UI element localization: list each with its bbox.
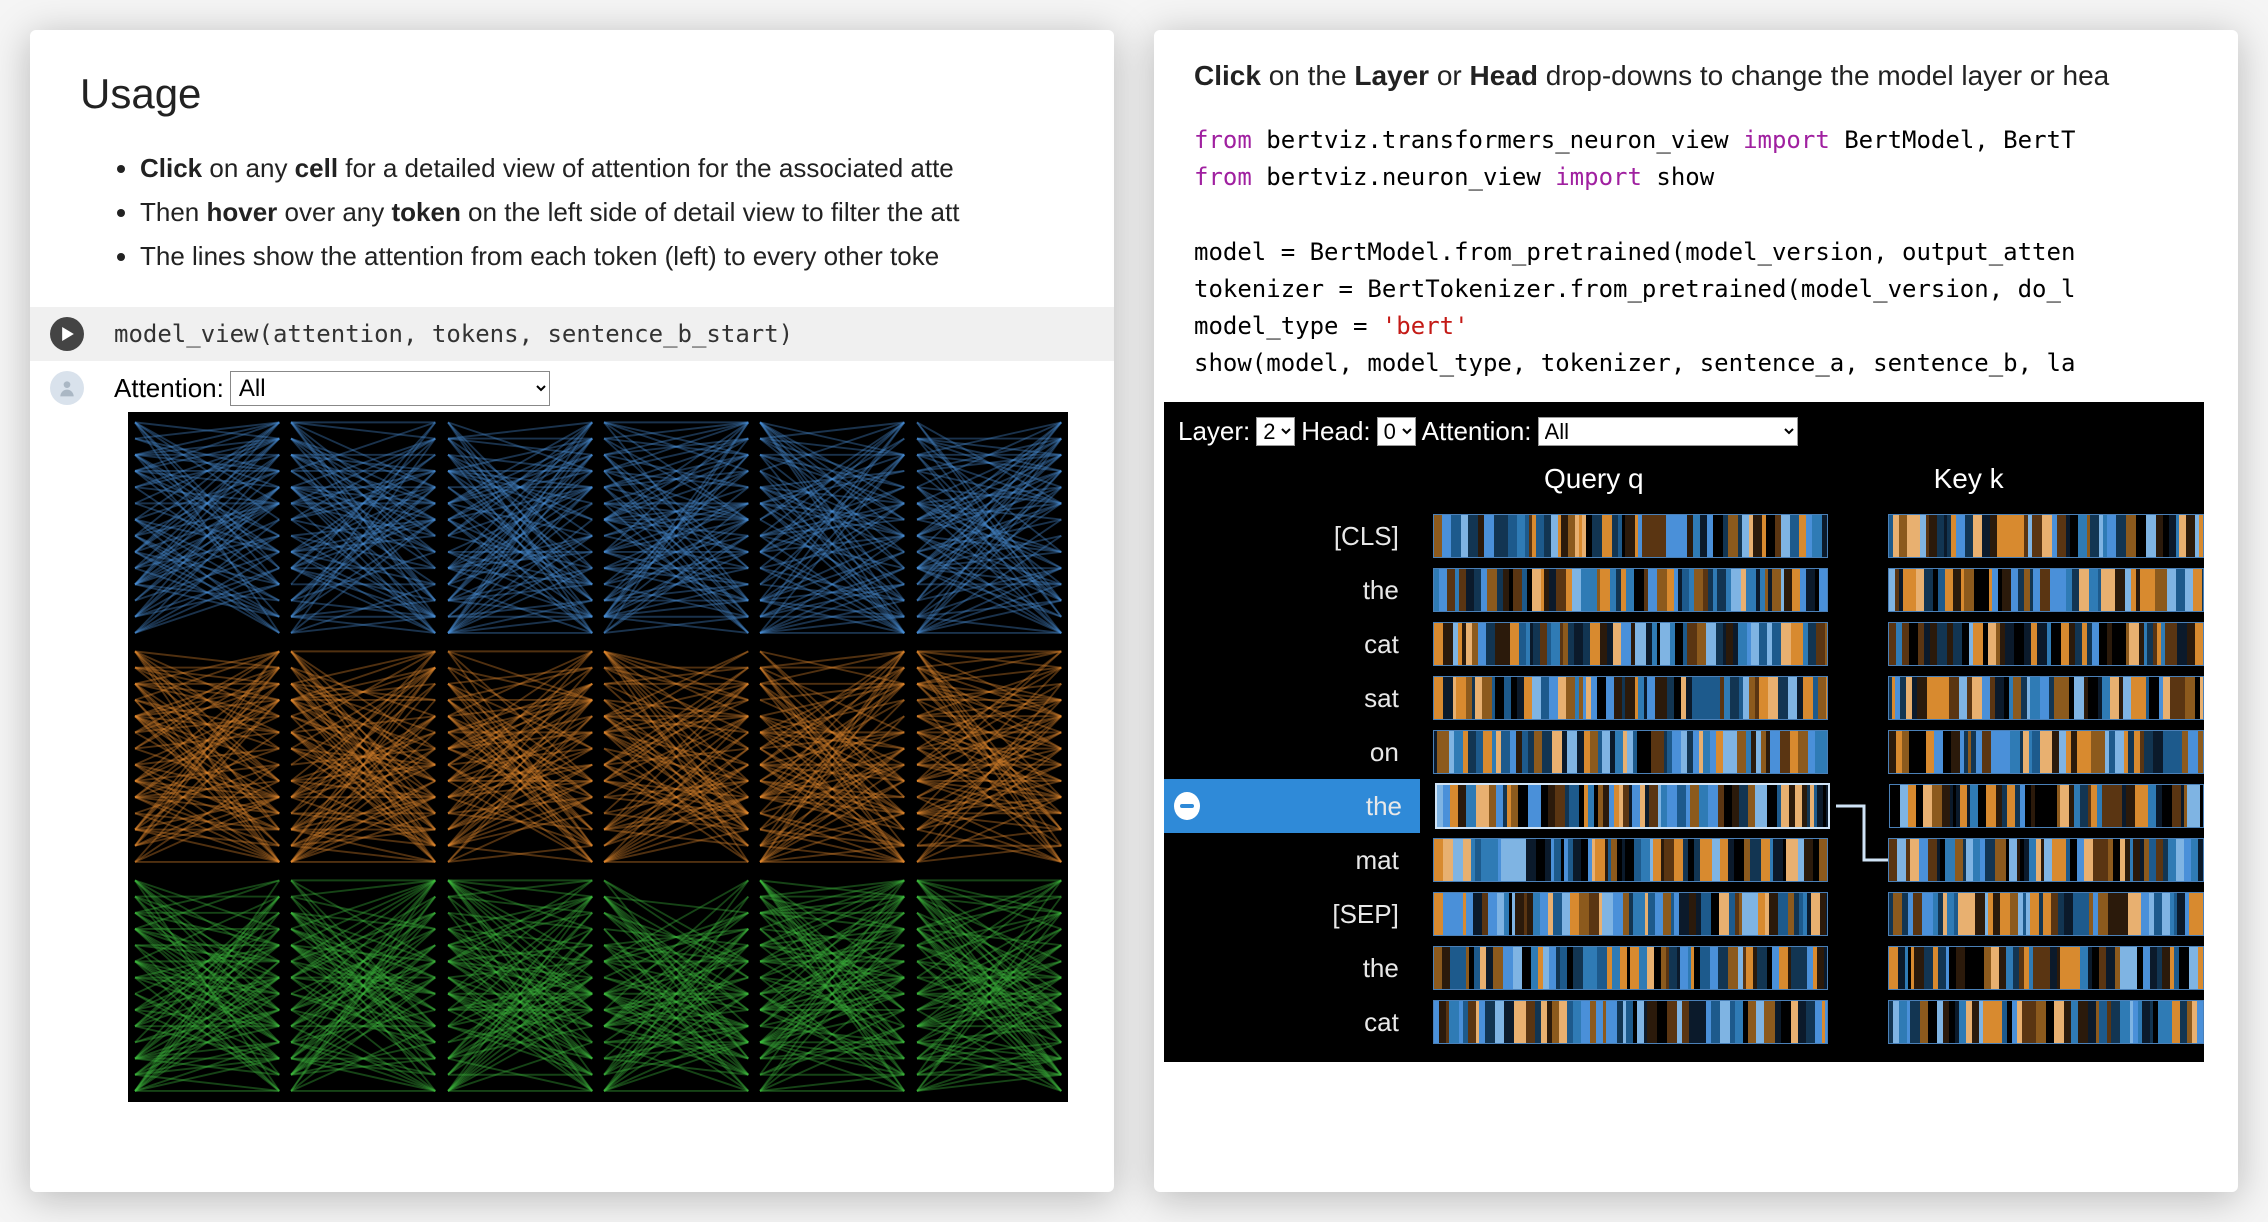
attention-cell[interactable]: [757, 416, 907, 639]
attention-cell[interactable]: [914, 416, 1064, 639]
nv-token-row[interactable]: cat: [1164, 995, 2204, 1049]
usage-heading: Usage: [80, 70, 1064, 118]
nv-token-rows: [CLS] the cat sat on the mat [SEP] the cat: [1164, 509, 2204, 1049]
neuron-view-controls: Layer: 2 Head: 0 Attention: All: [1164, 402, 2204, 457]
nv-token-label: on: [1177, 737, 1417, 768]
attention-cell[interactable]: [132, 416, 282, 639]
user-avatar-icon: [50, 371, 84, 405]
collapse-icon[interactable]: [1174, 792, 1200, 820]
code-cell[interactable]: model_view(attention, tokens, sentence_b…: [30, 307, 1114, 361]
right-panel: Click on the Layer or Head drop-downs to…: [1154, 30, 2238, 1192]
attention-cell[interactable]: [132, 645, 282, 868]
nv-column-headers: Query q Key k: [1164, 457, 2204, 509]
nv-token-row[interactable]: [CLS]: [1164, 509, 2204, 563]
attention-cell[interactable]: [757, 874, 907, 1097]
nv-token-label: cat: [1177, 629, 1417, 660]
usage-bullet: The lines show the attention from each t…: [140, 234, 1064, 278]
attention-cell[interactable]: [757, 645, 907, 868]
code-cell-text: model_view(attention, tokens, sentence_b…: [114, 320, 793, 348]
attention-select[interactable]: All: [230, 371, 550, 406]
layer-select[interactable]: 2: [1256, 417, 1295, 446]
model-view: [128, 412, 1068, 1102]
query-header: Query q: [1544, 463, 1644, 495]
left-panel: Usage Click on any cell for a detailed v…: [30, 30, 1114, 1192]
code-block: from bertviz.transformers_neuron_view im…: [1194, 112, 2238, 402]
nv-attention-label: Attention:: [1422, 416, 1532, 447]
nv-token-row[interactable]: on: [1164, 725, 2204, 779]
nv-token-label: the: [1177, 953, 1417, 984]
nv-token-row[interactable]: cat: [1164, 617, 2204, 671]
attention-cell[interactable]: [914, 645, 1064, 868]
usage-bullet: Then hover over any token on the left si…: [140, 190, 1064, 234]
nv-token-label: [SEP]: [1177, 899, 1417, 930]
play-icon[interactable]: [50, 317, 84, 351]
attention-cell[interactable]: [445, 416, 595, 639]
nv-token-row[interactable]: the: [1164, 563, 2204, 617]
nv-token-label: sat: [1177, 683, 1417, 714]
attention-cell[interactable]: [601, 645, 751, 868]
nv-token-row[interactable]: [SEP]: [1164, 887, 2204, 941]
nv-token-row[interactable]: the: [1164, 941, 2204, 995]
head-label: Head:: [1301, 416, 1370, 447]
head-select[interactable]: 0: [1377, 417, 1416, 446]
attention-cell[interactable]: [132, 874, 282, 1097]
nv-token-row[interactable]: the: [1164, 779, 2204, 833]
attention-cell[interactable]: [445, 874, 595, 1097]
attention-label: Attention:: [114, 373, 224, 404]
attention-cell[interactable]: [288, 874, 438, 1097]
attention-cell[interactable]: [445, 645, 595, 868]
attention-cell[interactable]: [601, 874, 751, 1097]
nv-token-label: [CLS]: [1177, 521, 1417, 552]
usage-bullet: Click on any cell for a detailed view of…: [140, 146, 1064, 190]
attention-cell[interactable]: [601, 416, 751, 639]
attention-cell[interactable]: [288, 416, 438, 639]
attention-cell[interactable]: [288, 645, 438, 868]
instruction-text: Click on the Layer or Head drop-downs to…: [1194, 60, 2238, 92]
attention-cell[interactable]: [914, 874, 1064, 1097]
neuron-view: Layer: 2 Head: 0 Attention: All Query q …: [1164, 402, 2204, 1062]
usage-bullets: Click on any cell for a detailed view of…: [80, 146, 1064, 279]
nv-token-label: cat: [1177, 1007, 1417, 1038]
nv-attention-select[interactable]: All: [1538, 417, 1798, 446]
nv-token-row[interactable]: sat: [1164, 671, 2204, 725]
nv-token-label: mat: [1177, 845, 1417, 876]
nv-token-label: the: [1177, 575, 1417, 606]
output-controls: Attention: All: [30, 361, 1114, 412]
layer-label: Layer:: [1178, 416, 1250, 447]
nv-token-label: the: [1200, 791, 1420, 822]
key-header: Key k: [1934, 463, 2004, 495]
nv-token-row[interactable]: mat: [1164, 833, 2204, 887]
